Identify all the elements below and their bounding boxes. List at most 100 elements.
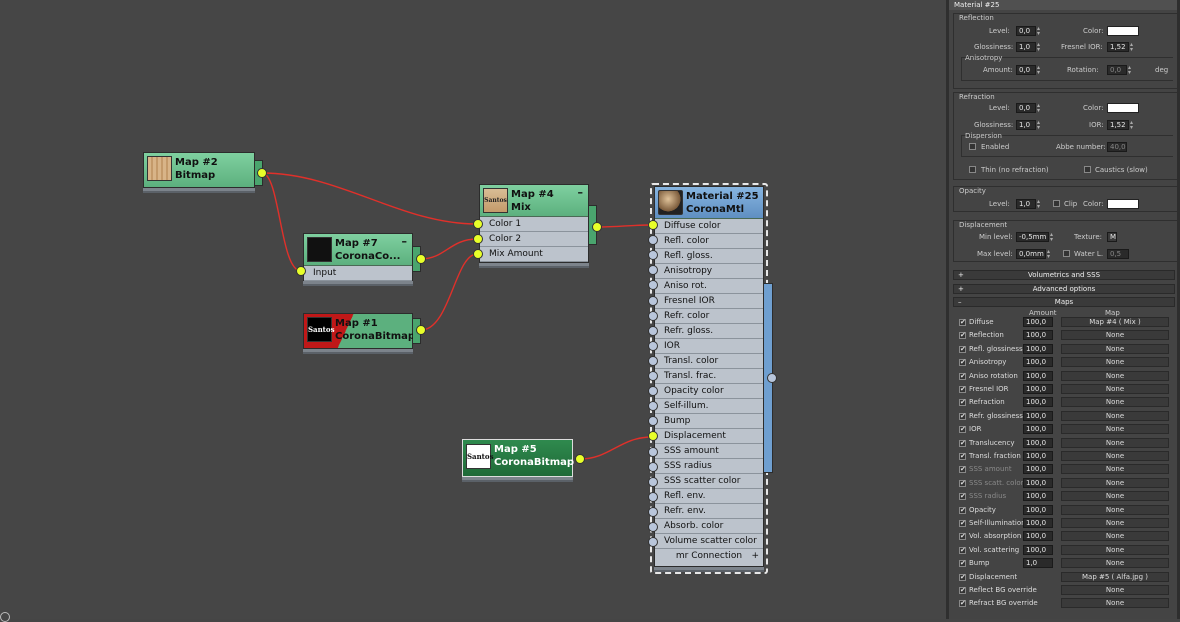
material-slot[interactable]: Opacity color [655, 384, 763, 399]
map-amount-field[interactable]: 100,0 [1023, 544, 1053, 555]
input-socket[interactable] [648, 355, 658, 366]
map-amount-field[interactable]: 100,0 [1023, 384, 1053, 394]
output-socket[interactable] [257, 168, 267, 178]
map-amount-field[interactable]: 100,0 [1023, 330, 1053, 341]
map-slot-button[interactable]: None [1061, 491, 1169, 502]
spinner-icon[interactable]: ▴ ▾ [1130, 42, 1136, 53]
map-enable-checkbox[interactable] [959, 372, 966, 380]
map-amount-field[interactable]: 100,0 [1023, 518, 1053, 528]
rollout-maps[interactable]: – Maps [953, 297, 1175, 307]
material-slot[interactable]: Aniso rot. [655, 279, 763, 294]
map-enable-checkbox[interactable] [959, 519, 966, 527]
output-socket[interactable] [416, 325, 426, 335]
node-map5[interactable]: Santos Map #5 CoronaBitmap [462, 439, 574, 477]
map-slot-button[interactable]: None [1061, 464, 1169, 475]
slot-mix-amount[interactable]: Mix Amount [480, 247, 588, 262]
map-slot-button[interactable]: None [1061, 451, 1169, 461]
map-amount-field[interactable]: 100,0 [1023, 464, 1053, 475]
rollout-volumetrics[interactable]: + Volumetrics and SSS [953, 270, 1175, 280]
min-level-field[interactable]: -0,5mm [1016, 232, 1049, 242]
material-slot[interactable]: SSS scatter color [655, 474, 763, 489]
refr-level-field[interactable]: 0,0 [1016, 103, 1036, 113]
map-slot-button[interactable]: None [1061, 518, 1169, 528]
node-map1[interactable]: Santos Map #1 CoronaBitmap [303, 313, 415, 349]
input-socket[interactable] [648, 491, 658, 502]
map-enable-checkbox[interactable] [959, 532, 966, 541]
material-slot[interactable]: Transl. color [655, 354, 763, 369]
input-socket[interactable] [473, 234, 483, 244]
input-socket[interactable] [648, 476, 658, 487]
input-socket[interactable] [648, 506, 658, 517]
fresnel-ior-field[interactable]: 1,52 [1107, 42, 1129, 52]
input-socket[interactable] [648, 461, 658, 472]
material-output-socket[interactable] [767, 373, 777, 383]
texture-map-button[interactable]: M [1107, 232, 1117, 242]
material-slot[interactable]: Refl. color [655, 234, 763, 249]
map-slot-button[interactable]: None [1061, 330, 1169, 341]
map-enable-checkbox[interactable] [959, 492, 966, 501]
material-slot[interactable]: SSS radius [655, 459, 763, 474]
material-slot[interactable]: Bump [655, 414, 763, 429]
map-enable-checkbox[interactable] [959, 599, 966, 608]
map-slot-button[interactable]: None [1061, 558, 1169, 569]
input-slot[interactable]: Input [304, 266, 412, 281]
refl-gloss-field[interactable]: 1,0 [1016, 42, 1036, 52]
refr-color-swatch[interactable] [1107, 103, 1139, 113]
map-enable-checkbox[interactable] [959, 398, 966, 407]
material-slot[interactable]: IOR [655, 339, 763, 354]
aniso-amount-field[interactable]: 0,0 [1016, 65, 1036, 75]
map-amount-field[interactable]: 100,0 [1023, 424, 1053, 435]
spinner-icon[interactable]: ▴ ▾ [1037, 199, 1043, 210]
map-amount-field[interactable]: 100,0 [1023, 370, 1053, 381]
input-socket[interactable] [648, 371, 658, 381]
map-enable-checkbox[interactable] [959, 439, 966, 447]
refl-level-field[interactable]: 0,0 [1016, 26, 1036, 36]
input-socket[interactable] [296, 266, 306, 276]
map-enable-checkbox[interactable] [959, 331, 966, 340]
map-slot-button[interactable]: Map #4 ( Mix ) [1061, 317, 1169, 327]
refl-color-swatch[interactable] [1107, 26, 1139, 36]
spinner-icon[interactable]: ▴ ▾ [1130, 120, 1136, 131]
input-socket[interactable] [648, 522, 658, 532]
map-slot-button[interactable]: None [1061, 531, 1169, 542]
map-amount-field[interactable]: 100,0 [1023, 437, 1053, 448]
minimize-icon[interactable]: – [402, 235, 408, 248]
map-slot-button[interactable]: None [1061, 343, 1169, 354]
input-socket[interactable] [648, 220, 658, 230]
spinner-icon[interactable]: ▴ ▾ [1128, 65, 1134, 76]
slot-color1[interactable]: Color 1 [480, 217, 588, 232]
map-slot-button[interactable]: None [1061, 384, 1169, 394]
map-amount-field[interactable]: 100,0 [1023, 357, 1053, 368]
node-map2[interactable]: Map #2 Bitmap [143, 152, 255, 188]
map-slot-button[interactable]: None [1061, 585, 1169, 595]
map-slot-button[interactable]: None [1061, 598, 1169, 609]
map-slot-button[interactable]: None [1061, 357, 1169, 368]
map-amount-field[interactable]: 100,0 [1023, 317, 1053, 327]
node-material25[interactable]: Material #25 CoronaMtl – Diffuse color Re… [654, 186, 764, 567]
map-amount-field[interactable]: 100,0 [1023, 343, 1053, 354]
map-amount-field[interactable]: 100,0 [1023, 491, 1053, 502]
refr-gloss-field[interactable]: 1,0 [1016, 120, 1036, 130]
map-enable-checkbox[interactable] [959, 452, 966, 460]
input-socket[interactable] [473, 249, 483, 259]
map-amount-field[interactable]: 100,0 [1023, 531, 1053, 542]
material-slot[interactable]: Fresnel IOR [655, 294, 763, 309]
map-amount-field[interactable]: 1,0 [1023, 558, 1053, 569]
mr-connection-slot[interactable]: mr Connection + [655, 549, 763, 564]
material-slot[interactable]: Transl. frac. [655, 369, 763, 384]
water-level-field[interactable]: 0,5 [1107, 249, 1129, 259]
map-amount-field[interactable]: 100,0 [1023, 397, 1053, 408]
map-slot-button[interactable]: None [1061, 397, 1169, 408]
material-slot[interactable]: Refr. color [655, 309, 763, 324]
expand-icon[interactable]: + [751, 549, 759, 563]
material-slot[interactable]: Anisotropy [655, 264, 763, 279]
material-slot[interactable]: Diffuse color [655, 219, 763, 234]
material-slot[interactable]: Refl. gloss. [655, 249, 763, 264]
input-socket[interactable] [648, 446, 658, 457]
spinner-icon[interactable]: ▴ ▾ [1037, 65, 1043, 76]
map-enable-checkbox[interactable] [959, 506, 966, 514]
input-socket[interactable] [473, 219, 483, 229]
map-enable-checkbox[interactable] [959, 559, 966, 568]
input-socket[interactable] [648, 340, 658, 351]
material-slot[interactable]: Absorb. color [655, 519, 763, 534]
